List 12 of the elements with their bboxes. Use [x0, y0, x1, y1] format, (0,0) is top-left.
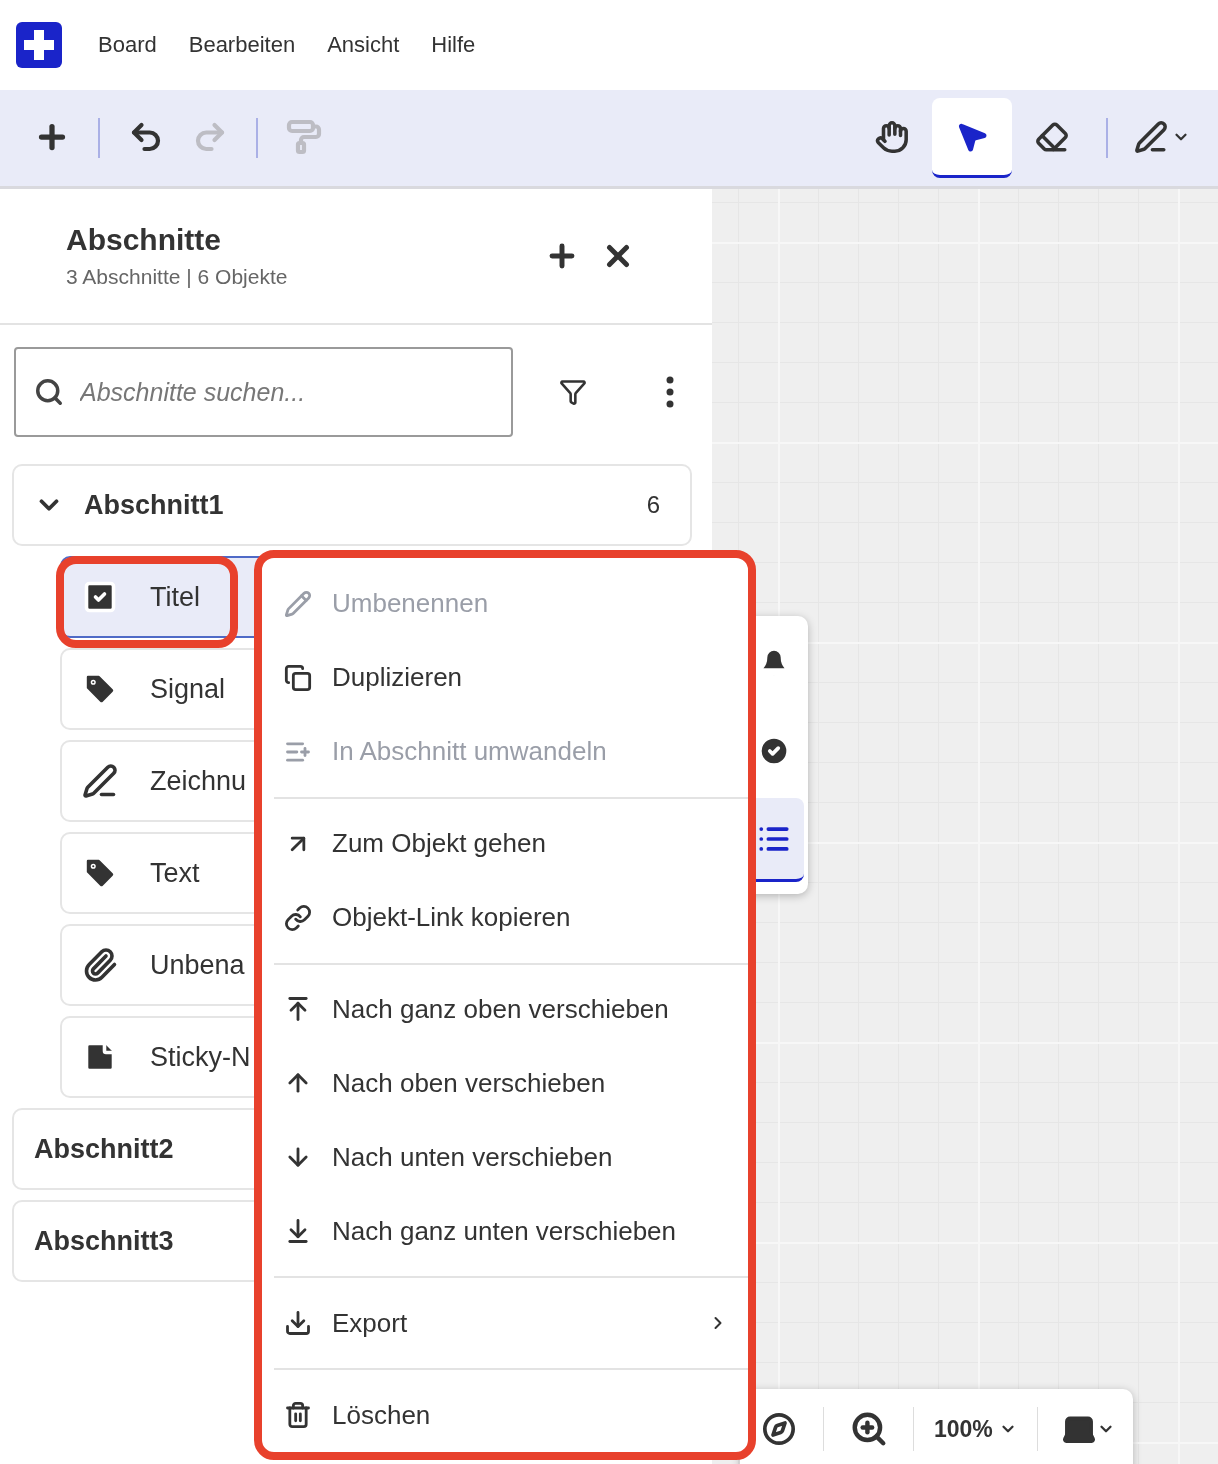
object-label: Titel	[150, 581, 200, 613]
object-count: 6	[646, 491, 660, 519]
object-label: Text	[150, 857, 200, 889]
object-label: Sticky-N	[150, 1041, 251, 1073]
panel-title: Abschnitte	[66, 223, 222, 257]
section-name: Abschnitt2	[34, 1133, 174, 1165]
panel-subtitle: 3 Abschnitte | 6 Objekte	[66, 265, 289, 289]
section-name: Abschnitt3	[34, 1225, 174, 1257]
section-name: Abschnitt1	[84, 489, 224, 521]
object-label: Unbena	[150, 949, 245, 981]
object-label: Zeichnu	[150, 765, 247, 797]
object-label: Signal	[150, 673, 226, 705]
